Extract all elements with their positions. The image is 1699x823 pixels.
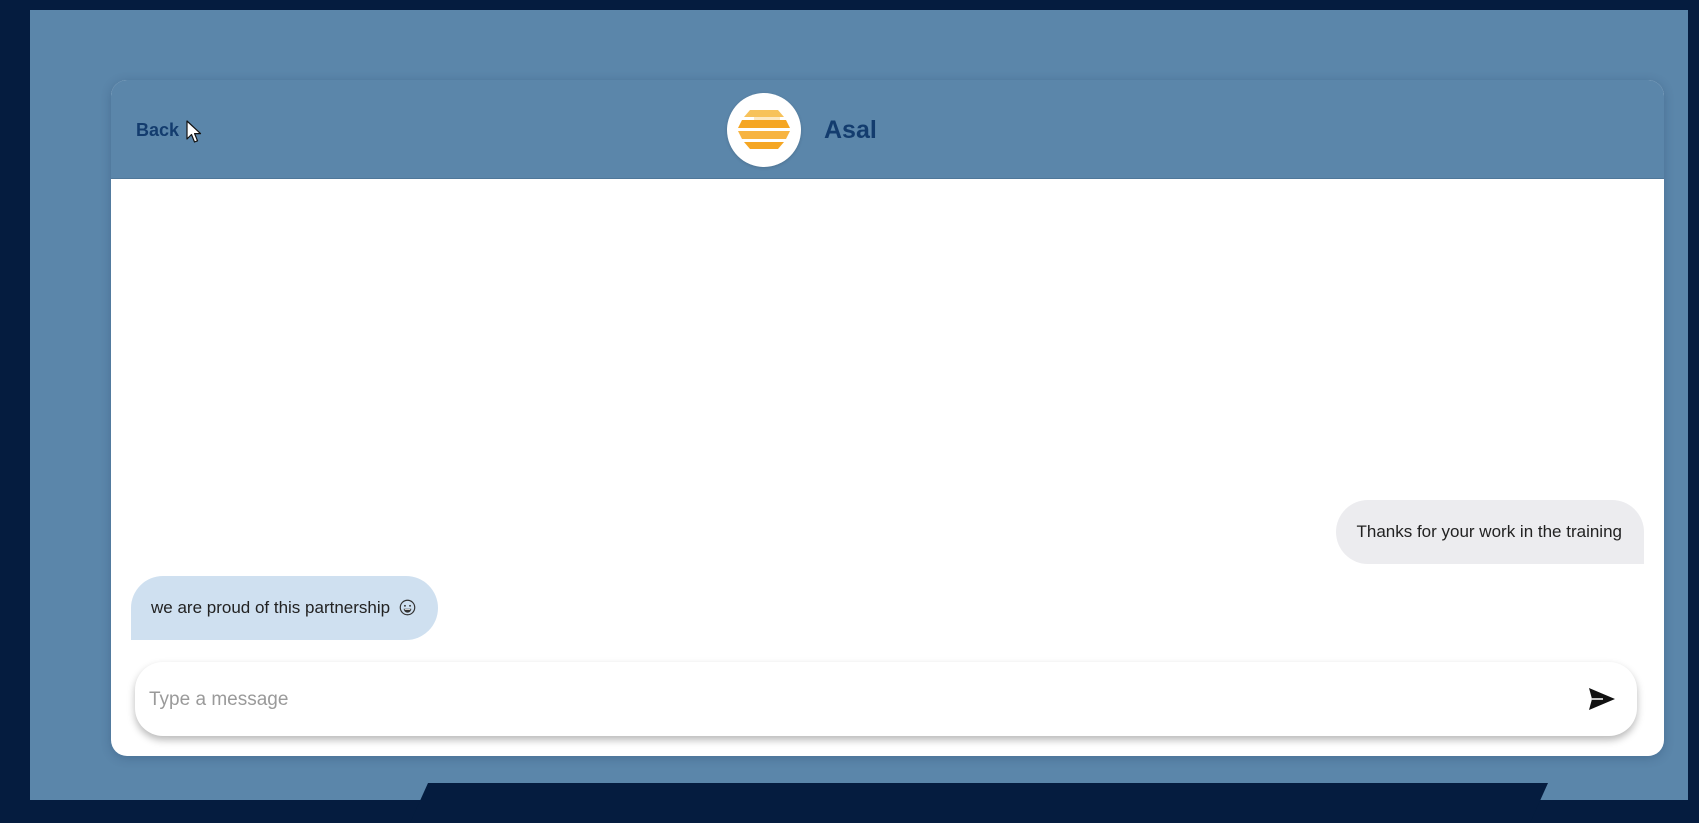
chat-header: Back Asal (111, 80, 1664, 179)
chat-window: Back Asal Thanks for your work in the tr… (111, 80, 1664, 756)
message-bubble-outgoing: Thanks for your work in the training (1336, 500, 1644, 564)
contact-name: Asal (824, 116, 877, 144)
message-composer (135, 662, 1637, 736)
grinning-face-icon (399, 599, 416, 616)
contact-avatar[interactable] (727, 93, 801, 167)
bottom-panel-tab (410, 783, 1548, 823)
honeycomb-logo-icon (738, 110, 790, 149)
message-text: we are proud of this partnership (151, 598, 391, 617)
mouse-cursor-icon (186, 120, 202, 143)
message-bubble-incoming: we are proud of this partnership (131, 576, 438, 640)
message-input[interactable] (147, 676, 1551, 724)
back-button[interactable]: Back (136, 120, 179, 141)
app-frame: Back Asal Thanks for your work in the tr… (30, 10, 1688, 800)
message-list: Thanks for your work in the training we … (111, 178, 1664, 648)
send-icon[interactable] (1587, 686, 1617, 712)
message-text: Thanks for your work in the training (1356, 522, 1622, 541)
